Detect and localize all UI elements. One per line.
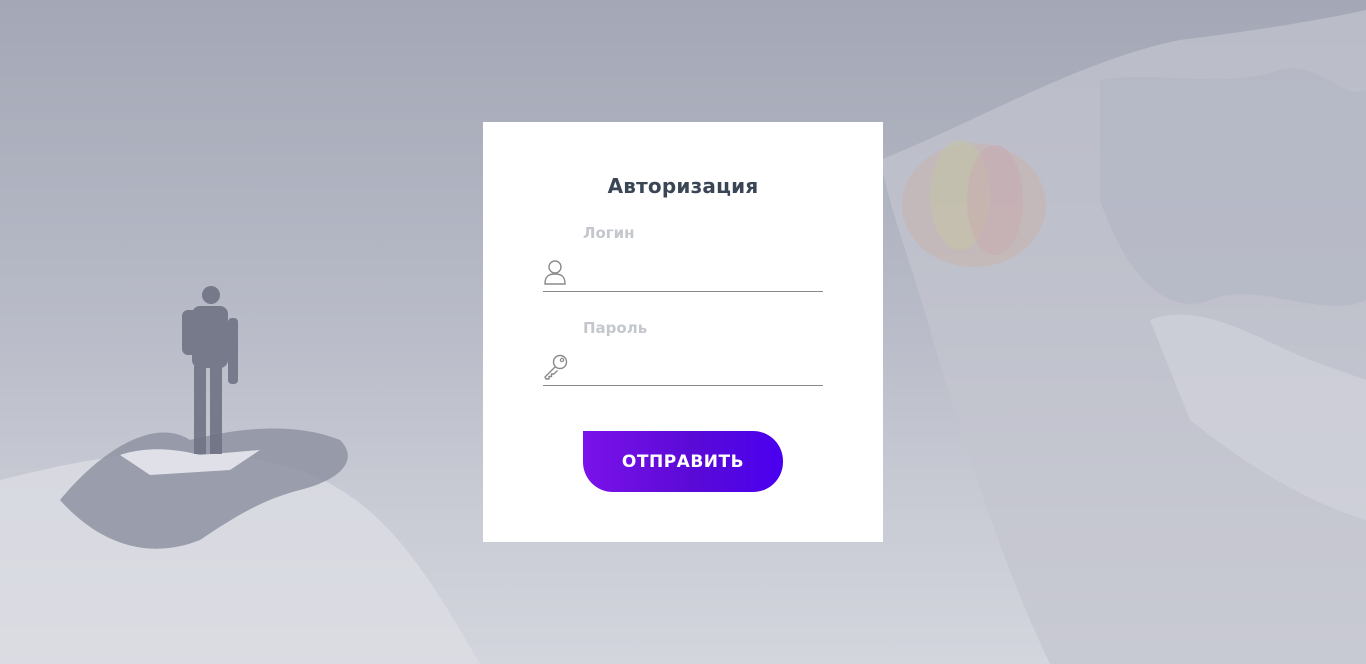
password-label: Пароль xyxy=(583,319,648,337)
submit-button[interactable]: ОТПРАВИТЬ xyxy=(583,431,783,492)
login-card: Авторизация Логин Пароль ОТПРАВИТЬ xyxy=(483,122,883,542)
page-title: Авторизация xyxy=(607,174,759,198)
user-icon xyxy=(543,258,569,286)
login-label: Логин xyxy=(583,224,635,242)
key-icon xyxy=(543,353,569,381)
login-underline xyxy=(543,291,823,292)
password-input[interactable] xyxy=(577,353,825,385)
password-field: Пароль xyxy=(543,317,825,389)
password-underline xyxy=(543,385,823,386)
login-input[interactable] xyxy=(577,258,825,290)
login-field: Логин xyxy=(543,222,825,294)
